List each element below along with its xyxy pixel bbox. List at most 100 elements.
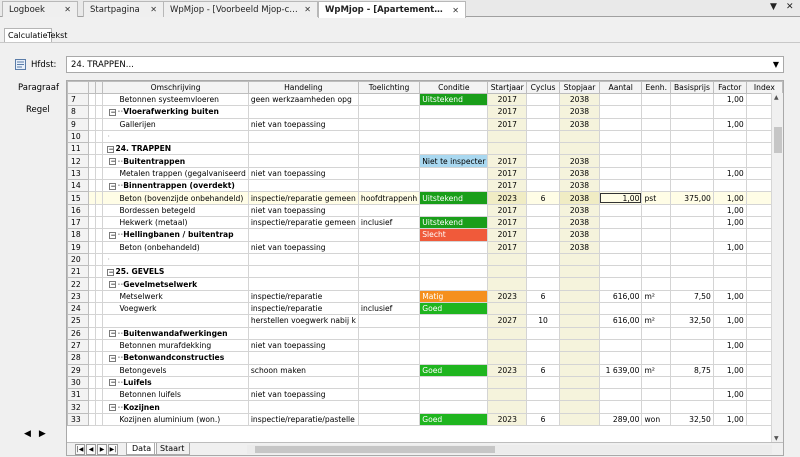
cell-conditie[interactable] <box>419 400 489 414</box>
cell-stopjaar[interactable]: 2038 <box>559 179 600 193</box>
cell-handeling[interactable] <box>247 105 359 119</box>
row-number[interactable]: 19 <box>67 240 89 254</box>
cell-factor[interactable]: 1,00 <box>712 412 747 427</box>
cell-basisprijs[interactable] <box>670 92 714 107</box>
cell-aantal[interactable] <box>598 302 643 316</box>
cell-eenh[interactable] <box>641 265 672 279</box>
cell-startjaar[interactable]: 2027 <box>487 314 528 328</box>
cell-aantal[interactable] <box>598 400 643 414</box>
cell-conditie[interactable] <box>419 277 489 291</box>
cell-handeling[interactable] <box>247 277 359 291</box>
cell-startjaar[interactable]: 2017 <box>487 228 528 242</box>
cell-stopjaar[interactable]: 2038 <box>559 228 600 242</box>
cell-eenh[interactable] <box>641 338 672 353</box>
cell-stopjaar[interactable] <box>559 142 600 156</box>
cell-aantal[interactable] <box>598 375 643 390</box>
collapse-icon[interactable]: − <box>109 404 117 412</box>
cell-handeling[interactable]: niet van toepassing <box>247 240 359 254</box>
cell-handeling[interactable]: niet van toepassing <box>247 203 359 217</box>
cell-startjaar[interactable] <box>487 129 528 144</box>
cell-factor[interactable] <box>712 228 747 242</box>
cell-conditie[interactable]: Goed <box>419 363 489 377</box>
cell-toelichting[interactable] <box>357 117 421 131</box>
cell-basisprijs[interactable] <box>670 240 714 254</box>
cell-omschrijving[interactable]: Betonnen systeemvloeren <box>102 92 249 107</box>
cell-aantal[interactable] <box>598 166 643 181</box>
cell-conditie[interactable] <box>419 375 489 390</box>
cell-factor[interactable]: 1,00 <box>712 240 747 254</box>
cell-aantal[interactable] <box>598 265 643 279</box>
collapse-icon[interactable]: − <box>109 354 117 362</box>
column-header[interactable]: Toelichting <box>357 81 421 94</box>
cell-cyclus[interactable] <box>526 117 561 131</box>
cell-stopjaar[interactable]: 2038 <box>559 191 600 205</box>
cell-basisprijs[interactable] <box>670 265 714 279</box>
cell-handeling[interactable]: inspectie/reparatie <box>247 289 359 304</box>
cell-toelichting[interactable] <box>357 179 421 193</box>
cell-aantal[interactable] <box>598 154 643 168</box>
cell-eenh[interactable] <box>641 375 672 390</box>
cell-eenh[interactable]: pst <box>641 191 672 205</box>
cell-eenh[interactable] <box>641 388 672 402</box>
column-header[interactable]: Aantal <box>598 81 643 94</box>
row-number[interactable]: 16 <box>67 203 89 217</box>
table-row[interactable]: 10 · <box>67 129 783 144</box>
cell-cyclus[interactable] <box>526 265 561 279</box>
cell-eenh[interactable] <box>641 154 672 168</box>
table-row[interactable]: 22 − ··Gevelmetselwerk <box>67 277 783 291</box>
cell-aantal[interactable] <box>598 203 643 217</box>
cell-stopjaar[interactable] <box>559 375 600 390</box>
cell-conditie[interactable] <box>419 314 489 328</box>
table-row[interactable]: 33 Kozijnen aluminium (won.) inspectie/rep… <box>67 412 783 427</box>
cell-eenh[interactable]: m² <box>641 314 672 328</box>
row-number[interactable]: 32 <box>67 400 89 414</box>
row-number[interactable]: 18 <box>67 228 89 242</box>
table-row[interactable]: 11 −24. TRAPPEN <box>67 142 783 156</box>
collapse-icon[interactable]: − <box>109 330 117 338</box>
cell-toelichting[interactable] <box>357 265 421 279</box>
cell-handeling[interactable] <box>247 154 359 168</box>
cell-eenh[interactable] <box>641 203 672 217</box>
row-number[interactable]: 30 <box>67 375 89 390</box>
cell-cyclus[interactable]: 6 <box>526 191 561 205</box>
cell-toelichting[interactable] <box>357 314 421 328</box>
cell-basisprijs[interactable] <box>670 338 714 353</box>
sheet-tab-data[interactable]: Data <box>126 443 158 455</box>
cell-omschrijving[interactable]: − ··Betonwandconstructies <box>102 351 249 365</box>
cell-aantal[interactable]: 289,00 <box>598 412 643 427</box>
cell-startjaar[interactable]: 2017 <box>487 117 528 131</box>
cell-aantal[interactable] <box>598 252 643 267</box>
cell-toelichting[interactable]: inclusief <box>357 215 421 230</box>
cell-stopjaar[interactable] <box>559 363 600 377</box>
cell-startjaar[interactable]: 2017 <box>487 166 528 181</box>
tab-list-dropdown-icon[interactable]: ▼ <box>770 2 777 12</box>
cell-stopjaar[interactable] <box>559 400 600 414</box>
column-header[interactable] <box>87 81 97 94</box>
cell-conditie[interactable] <box>419 203 489 217</box>
row-number[interactable]: 31 <box>67 388 89 402</box>
cell-eenh[interactable] <box>641 240 672 254</box>
cell-handeling[interactable]: geen werkzaamheden opg <box>247 92 359 107</box>
cell-aantal[interactable]: 1 639,00 <box>598 363 643 377</box>
cell-factor[interactable] <box>712 154 747 168</box>
cell-eenh[interactable] <box>641 179 672 193</box>
row-number[interactable]: 9 <box>67 117 89 131</box>
cell-omschrijving[interactable]: − ··Buitenwandafwerkingen <box>102 326 249 340</box>
column-header[interactable]: Cyclus <box>526 81 561 94</box>
cell-basisprijs[interactable] <box>670 302 714 316</box>
cell-toelichting[interactable] <box>357 154 421 168</box>
column-header[interactable] <box>95 81 104 94</box>
cell-toelichting[interactable] <box>357 129 421 144</box>
tab-startpagina[interactable]: Startpagina ✕ <box>83 1 164 17</box>
cell-stopjaar[interactable]: 2038 <box>559 154 600 168</box>
cell-stopjaar[interactable] <box>559 338 600 353</box>
cell-basisprijs[interactable]: 375,00 <box>670 191 714 205</box>
cell-conditie[interactable] <box>419 240 489 254</box>
cell-toelichting[interactable]: hoofdtrappenh <box>357 191 421 205</box>
table-row[interactable]: 7 Betonnen systeemvloeren geen werkzaamhed… <box>67 92 783 107</box>
cell-omschrijving[interactable]: −24. TRAPPEN <box>102 142 249 156</box>
cell-basisprijs[interactable]: 7,50 <box>670 289 714 304</box>
cell-cyclus[interactable] <box>526 252 561 267</box>
column-header[interactable]: Factor <box>712 81 747 94</box>
cell-startjaar[interactable] <box>487 265 528 279</box>
